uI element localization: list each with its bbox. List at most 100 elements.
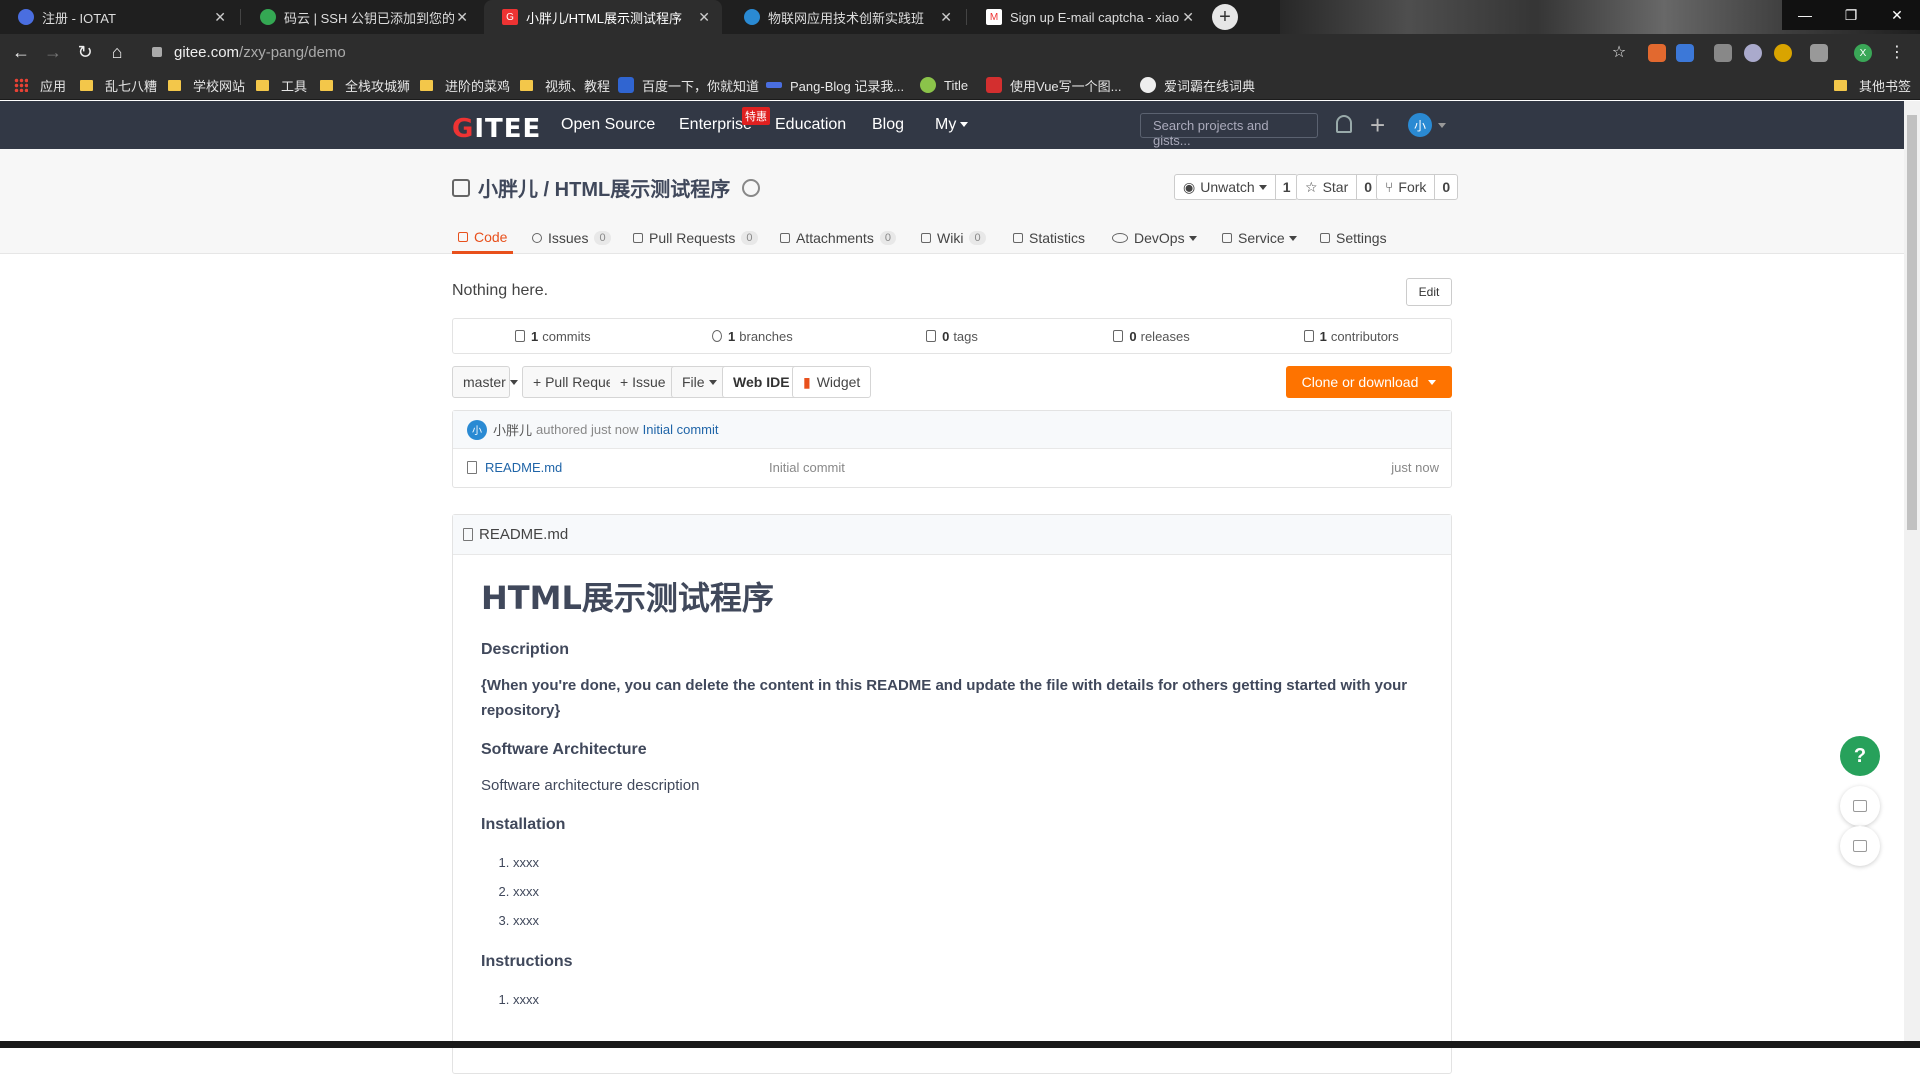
bookmark-folder[interactable]: 进阶的菜鸡 <box>420 76 510 94</box>
nav-enterprise[interactable]: Enterprise <box>679 116 752 134</box>
stat-number: 0 <box>1129 328 1137 344</box>
stat-commits[interactable]: 1 commits <box>453 319 653 353</box>
tab-devops[interactable]: DevOps <box>1112 222 1197 254</box>
browser-tab[interactable]: 码云 | SSH 公钥已添加到您的帐号 ✕ <box>242 0 480 34</box>
minimize-button[interactable]: — <box>1782 0 1828 30</box>
stat-releases[interactable]: 0 releases <box>1052 319 1252 353</box>
profile-avatar[interactable]: X <box>1854 44 1872 62</box>
fork-button[interactable]: ⑂ Fork 0 <box>1376 174 1459 200</box>
close-icon[interactable]: ✕ <box>940 9 952 26</box>
bookmark-folder[interactable]: 学校网站 <box>168 76 245 94</box>
commit-author[interactable]: 小胖儿 <box>493 420 532 439</box>
back-icon[interactable]: ← <box>10 41 32 63</box>
file-commit-message[interactable]: Initial commit <box>769 460 845 475</box>
tab-code[interactable]: Code <box>452 222 514 254</box>
tab-issues[interactable]: Issues 0 <box>532 222 611 254</box>
url-field[interactable]: gitee.com/zxy-pang/demo <box>152 40 1632 64</box>
browser-tab[interactable]: M Sign up E-mail captcha - xiaop ✕ <box>968 0 1206 34</box>
tab-settings[interactable]: Settings <box>1320 222 1387 254</box>
window-close-button[interactable]: ✕ <box>1874 0 1920 30</box>
bookmark-folder[interactable]: 全栈攻城狮 <box>320 76 410 94</box>
close-icon[interactable]: ✕ <box>698 9 710 26</box>
fork-label: Fork <box>1398 179 1427 195</box>
restore-button[interactable]: ❐ <box>1828 0 1874 30</box>
nav-education[interactable]: Education <box>775 116 846 134</box>
nav-my-dropdown[interactable]: My <box>935 116 969 134</box>
help-button[interactable]: ? <box>1840 736 1880 776</box>
unwatch-button[interactable]: ◉ Unwatch 1 <box>1174 174 1299 200</box>
extension-icon[interactable] <box>1810 44 1828 62</box>
apps-icon <box>14 78 28 92</box>
bookmark-apps[interactable]: 应用 <box>14 76 66 94</box>
commit-message[interactable]: Initial commit <box>643 422 719 437</box>
clone-download-button[interactable]: Clone or download <box>1286 366 1452 398</box>
plus-icon[interactable]: + <box>1370 110 1385 141</box>
page-scrollbar[interactable] <box>1904 101 1920 1041</box>
tab-service[interactable]: Service <box>1222 222 1297 254</box>
star-bookmark-icon[interactable]: ☆ <box>1608 41 1630 63</box>
close-icon[interactable]: ✕ <box>456 9 468 26</box>
bell-icon[interactable] <box>1336 115 1352 133</box>
branch-select[interactable]: master <box>452 366 518 398</box>
edit-button[interactable]: Edit <box>1406 278 1452 306</box>
home-icon[interactable]: ⌂ <box>106 41 128 63</box>
menu-icon[interactable]: ⋮ <box>1886 41 1908 63</box>
extension-icon[interactable] <box>1744 44 1762 62</box>
unwatch-count[interactable]: 1 <box>1276 179 1298 195</box>
new-tab-button[interactable]: + <box>1212 4 1238 30</box>
edit-feedback-button[interactable] <box>1840 786 1880 826</box>
url-path: /zxy-pang/demo <box>239 43 346 61</box>
issue-button[interactable]: + Issue <box>610 366 677 398</box>
stat-tags[interactable]: 0 tags <box>852 319 1052 353</box>
avatar[interactable]: 小 <box>467 419 487 440</box>
star-button[interactable]: ☆ Star 0 <box>1296 174 1381 200</box>
nav-open-source[interactable]: Open Source <box>561 116 655 134</box>
stat-contributors[interactable]: 1 contributors <box>1251 319 1451 353</box>
search-input[interactable]: Search projects and gists... <box>1140 113 1318 148</box>
scrollbar-thumb[interactable] <box>1907 115 1917 530</box>
chevron-down-icon <box>960 122 969 128</box>
extension-icon[interactable] <box>1774 44 1792 62</box>
browser-tab[interactable]: 注册 - IOTAT ✕ <box>0 0 238 34</box>
tab-pull-requests[interactable]: Pull Requests 0 <box>633 222 758 254</box>
bookmark-folder[interactable]: 乱七八糟 <box>80 76 157 94</box>
fork-count[interactable]: 0 <box>1435 179 1457 195</box>
gitlab-extension-icon[interactable] <box>1648 44 1666 62</box>
bookmark-site[interactable]: Title <box>920 76 968 94</box>
file-dropdown[interactable]: File <box>671 366 728 398</box>
tab-attachments[interactable]: Attachments 0 <box>780 222 896 254</box>
tab-statistics[interactable]: Statistics <box>1013 222 1085 254</box>
extension-icon[interactable] <box>1714 44 1732 62</box>
globe-icon <box>744 9 760 25</box>
forward-icon[interactable]: → <box>42 41 64 63</box>
translate-extension-icon[interactable] <box>1676 44 1694 62</box>
stat-branches[interactable]: 1 branches <box>653 319 853 353</box>
bookmark-site[interactable]: 使用Vue写一个图... <box>986 76 1121 94</box>
repo-name-link[interactable]: 小胖儿 / HTML展示测试程序 <box>478 173 730 202</box>
bookmark-folder[interactable]: 其他书签 <box>1834 76 1911 94</box>
url-host: gitee.com <box>174 43 240 61</box>
close-icon[interactable]: ✕ <box>1182 9 1194 26</box>
bookmark-site[interactable]: 百度一下，你就知道 <box>618 76 759 94</box>
widget-button[interactable]: ▮ Widget <box>792 366 872 398</box>
web-ide-button[interactable]: Web IDE <box>722 366 801 398</box>
file-name-link[interactable]: README.md <box>485 460 562 475</box>
reload-icon[interactable]: ↻ <box>74 41 96 63</box>
browser-tab[interactable]: 物联网应用技术创新实践班 ✕ <box>726 0 964 34</box>
nav-blog[interactable]: Blog <box>872 116 904 134</box>
bookmark-folder[interactable]: 视频、教程 <box>520 76 610 94</box>
avatar[interactable]: 小 <box>1408 113 1432 137</box>
chat-icon <box>1853 840 1867 852</box>
chevron-down-icon[interactable] <box>1438 123 1446 128</box>
fork-icon: ⑂ <box>1385 179 1394 195</box>
chat-button[interactable] <box>1840 826 1880 866</box>
infinity-icon <box>1112 233 1128 243</box>
close-icon[interactable]: ✕ <box>214 9 226 26</box>
browser-tab-active[interactable]: G 小胖儿/HTML展示测试程序 ✕ <box>484 0 722 34</box>
issue-icon <box>532 233 542 243</box>
gitee-logo[interactable]: GITEE <box>452 114 541 144</box>
bookmark-folder[interactable]: 工具 <box>256 76 307 94</box>
tab-wiki[interactable]: Wiki 0 <box>921 222 986 254</box>
bookmark-site[interactable]: 爱词霸在线词典 <box>1140 76 1255 94</box>
bookmark-site[interactable]: Pang-Blog 记录我... <box>766 76 904 94</box>
